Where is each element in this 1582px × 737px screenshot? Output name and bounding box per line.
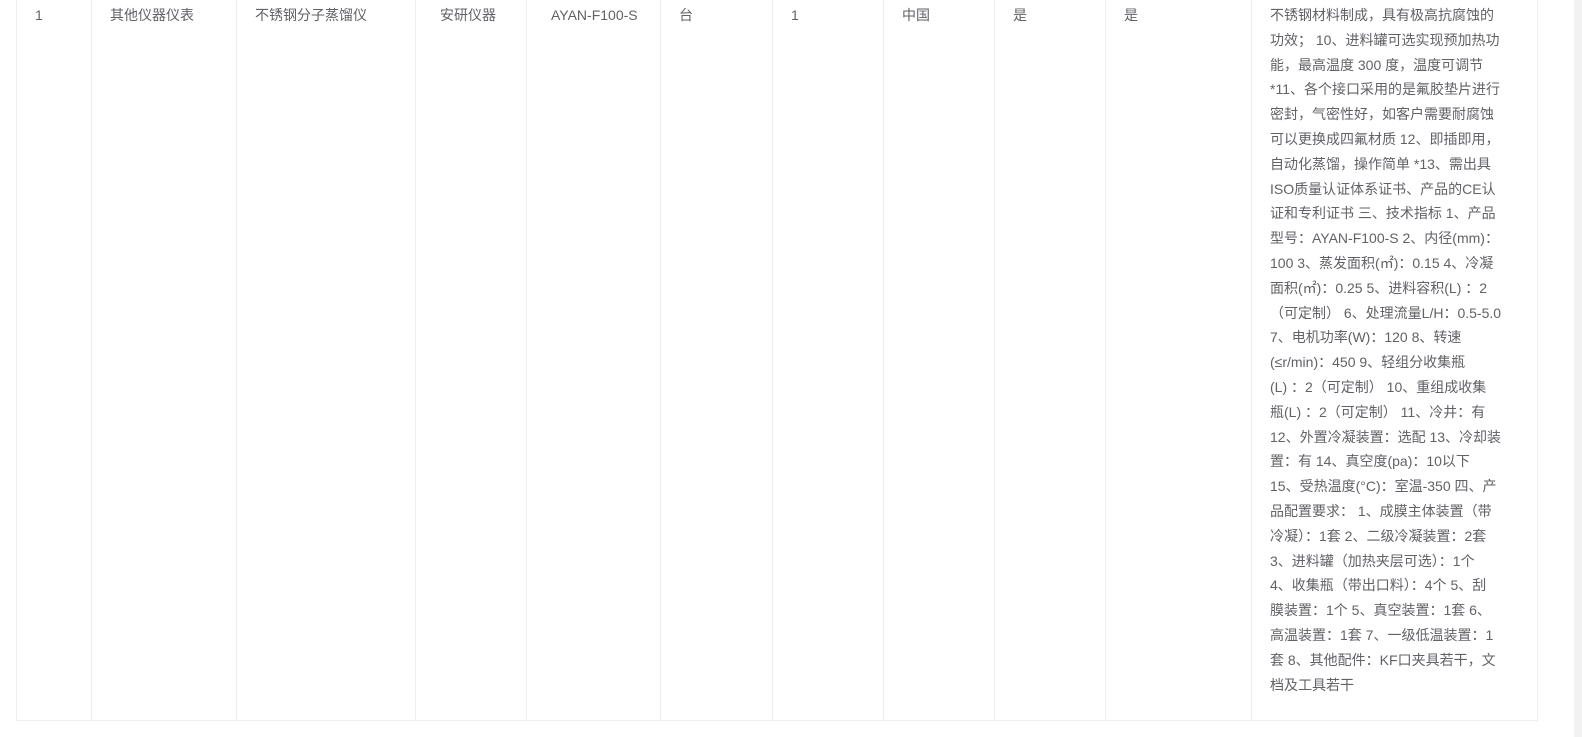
cell-flag-b: 是 [1105, 0, 1252, 721]
description-line: 15、受热温度(°C)：室温-350 四、产 [1270, 478, 1497, 495]
description-line: 型号：AYAN-F100-S 2、内径(mm)： [1270, 230, 1499, 247]
cell-brand: 安研仪器 [415, 0, 527, 721]
description-line: 自动化蒸馏，操作简单 *13、需出具 [1270, 155, 1491, 172]
description-line: 密封，气密性好，如客户需要耐腐蚀 [1270, 106, 1494, 123]
description-line: 面积(㎡)：0.25 5、进料容积(L) ：2 [1270, 279, 1488, 296]
description-text: 不锈钢材料制成，具有极高抗腐蚀的 功效； 10、进料罐可选实现预加热功 能，最高温度… [1270, 3, 1519, 697]
description-line: 置：有 14、真空度(pa)：10以下 [1270, 453, 1470, 470]
description-line: 功效； 10、进料罐可选实现预加热功 [1270, 31, 1500, 48]
vertical-scrollbar-track[interactable] [1574, 0, 1582, 737]
description-line: *11、各个接口采用的是氟胶垫片进行 [1270, 81, 1500, 98]
description-line: 瓶(L) ：2（可定制） 11、冷井：有 [1270, 403, 1486, 420]
description-line: 膜装置：1个 5、真空装置：1套 6、 [1270, 602, 1491, 619]
description-line: 能，最高温度 300 度，温度可调节 [1270, 56, 1484, 73]
description-line: 品配置要求： 1、成膜主体装置（带 [1270, 502, 1492, 519]
description-line: （可定制） 6、处理流量L/H：0.5-5.0 [1270, 304, 1502, 321]
description-line: (L) ：2（可定制） 10、重组成收集 [1270, 378, 1487, 395]
cell-index: 1 [16, 0, 92, 721]
cell-quantity: 1 [772, 0, 884, 721]
cell-unit: 台 [660, 0, 773, 721]
description-line: 证和专利证书 三、技术指标 1、产品 [1270, 205, 1496, 222]
description-line: 4、收集瓶（带出口料）：4个 5、刮 [1270, 577, 1487, 594]
description-line: 不锈钢材料制成，具有极高抗腐蚀的 [1270, 7, 1494, 23]
cell-model: AYAN-F100-S [526, 0, 661, 721]
description-line: (≤r/min)：450 9、轻组分收集瓶 [1270, 354, 1466, 371]
description-line: 100 3、蒸发面积(㎡)：0.15 4、冷凝 [1270, 254, 1494, 271]
description-line: ISO质量认证体系证书、产品的CE认 [1270, 180, 1496, 197]
description-line: 套 8、其他配件：KF口夹具若干，文 [1270, 651, 1496, 668]
table-row: 1 其他仪器仪表 不锈钢分子蒸馏仪 安研仪器 AYAN-F100-S 台 1 中… [16, 0, 1538, 721]
equipment-table: 1 其他仪器仪表 不锈钢分子蒸馏仪 安研仪器 AYAN-F100-S 台 1 中… [16, 0, 1538, 721]
description-line: 12、外置冷凝装置：选配 13、冷却装 [1270, 428, 1502, 445]
cell-description: 不锈钢材料制成，具有极高抗腐蚀的 功效； 10、进料罐可选实现预加热功 能，最高温度… [1251, 0, 1538, 721]
cell-category: 其他仪器仪表 [91, 0, 237, 721]
cell-product-name: 不锈钢分子蒸馏仪 [236, 0, 416, 721]
table-viewport: 1 其他仪器仪表 不锈钢分子蒸馏仪 安研仪器 AYAN-F100-S 台 1 中… [0, 0, 1582, 737]
cell-flag-a: 是 [994, 0, 1106, 721]
description-line: 3、进料罐（加热夹层可选）：1个 [1270, 552, 1475, 569]
description-line: 可以更换成四氟材质 12、即插即用， [1270, 130, 1500, 147]
description-line: 7、电机功率(W)：120 8、转速 [1270, 329, 1462, 346]
description-line: 档及工具若干 [1270, 676, 1354, 693]
cell-origin: 中国 [883, 0, 995, 721]
description-line: 冷凝）：1套 2、二级冷凝装置：2套 [1270, 527, 1487, 544]
description-line: 高温装置：1套 7、一级低温装置：1 [1270, 626, 1494, 643]
